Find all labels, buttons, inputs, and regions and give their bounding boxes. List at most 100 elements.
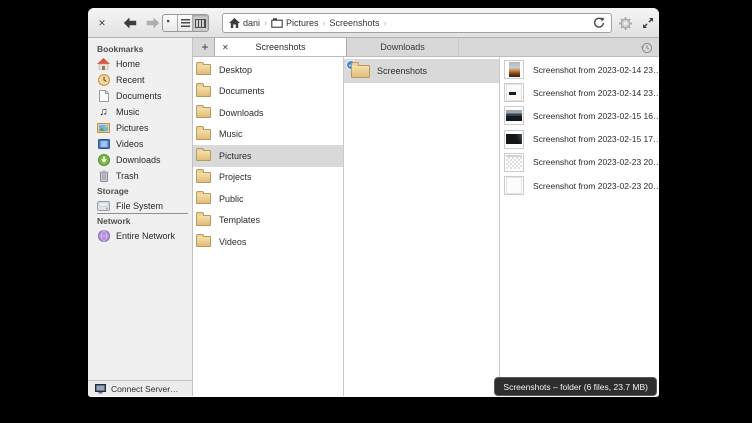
network-icon bbox=[97, 230, 110, 242]
tab-close-icon[interactable]: ✕ bbox=[222, 43, 229, 52]
breadcrumb-screenshots-label: Screenshots bbox=[330, 18, 380, 28]
folder-icon bbox=[196, 129, 211, 140]
expand-arrows-icon bbox=[642, 17, 654, 29]
sidebar-item-label: Trash bbox=[116, 171, 139, 181]
file-thumbnail bbox=[504, 106, 524, 125]
file-item[interactable]: Screenshot from 2023-02-23 20… bbox=[500, 151, 659, 174]
desktop-background: ✕ dani › Pictures bbox=[0, 0, 752, 423]
file-item[interactable]: Screenshot from 2023-02-15 16… bbox=[500, 104, 659, 127]
sidebar-item-downloads[interactable]: Downloads bbox=[88, 152, 192, 168]
file-item[interactable]: Screenshot from 2023-02-15 17… bbox=[500, 128, 659, 151]
breadcrumb-home[interactable]: dani bbox=[229, 18, 260, 28]
music-icon: ♫ bbox=[97, 106, 110, 118]
folder-icon bbox=[351, 65, 370, 78]
filesystem-usage-bar bbox=[97, 213, 188, 215]
folder-label: Projects bbox=[219, 172, 252, 182]
folder-label: Videos bbox=[219, 237, 246, 247]
folder-icon bbox=[196, 215, 211, 226]
file-thumbnail bbox=[504, 130, 524, 149]
toolbar: ✕ dani › Pictures bbox=[88, 8, 659, 38]
folder-item-public[interactable]: Public bbox=[193, 188, 343, 210]
column-places: Desktop Documents Downloads Music Pictur… bbox=[193, 57, 344, 396]
folder-icon bbox=[196, 107, 211, 118]
new-tab-button[interactable]: + bbox=[198, 40, 212, 54]
forward-button[interactable] bbox=[144, 14, 162, 32]
folder-item-desktop[interactable]: Desktop bbox=[193, 59, 343, 81]
sidebar-item-label: Home bbox=[116, 59, 140, 69]
sidebar-item-trash[interactable]: Trash bbox=[88, 168, 192, 184]
folder-icon bbox=[196, 193, 211, 204]
back-arrow-icon bbox=[123, 17, 137, 29]
tab-label: Screenshots bbox=[255, 42, 305, 52]
breadcrumb-pictures[interactable]: Pictures bbox=[271, 18, 319, 28]
folder-item-screenshots[interactable]: ✓ Screenshots bbox=[344, 59, 499, 83]
sidebar-header-storage: Storage bbox=[88, 184, 192, 198]
sidebar-item-entire-network[interactable]: Entire Network bbox=[88, 228, 192, 244]
file-name: Screenshot from 2023-02-23 20… bbox=[533, 157, 659, 167]
sidebar-header-network: Network bbox=[88, 214, 192, 228]
folder-label: Desktop bbox=[219, 65, 252, 75]
file-name: Screenshot from 2023-02-14 23… bbox=[533, 65, 659, 75]
home-icon bbox=[97, 58, 110, 70]
file-thumbnail bbox=[504, 153, 524, 172]
file-item[interactable]: Screenshot from 2023-02-14 23… bbox=[500, 58, 659, 81]
sidebar-item-label: File System bbox=[116, 201, 163, 211]
expand-button[interactable] bbox=[639, 14, 657, 32]
breadcrumb-screenshots[interactable]: Screenshots bbox=[330, 18, 380, 28]
tab-downloads[interactable]: Downloads bbox=[347, 38, 459, 56]
sidebar-item-pictures[interactable]: Pictures bbox=[88, 120, 192, 136]
folder-item-templates[interactable]: Templates bbox=[193, 210, 343, 232]
refresh-icon bbox=[593, 17, 605, 29]
folder-label: Downloads bbox=[219, 108, 264, 118]
breadcrumb-pictures-label: Pictures bbox=[286, 18, 319, 28]
status-tooltip: Screenshots – folder (6 files, 23.7 MB) bbox=[494, 377, 657, 396]
sidebar-item-music[interactable]: ♫ Music bbox=[88, 104, 192, 120]
restore-closed-tabs-button[interactable] bbox=[641, 42, 653, 56]
documents-icon bbox=[97, 90, 110, 102]
file-manager-window: ✕ dani › Pictures bbox=[88, 8, 659, 397]
connect-server-label: Connect Server… bbox=[111, 384, 179, 394]
home-crumb-icon bbox=[229, 18, 240, 28]
grid-view-icon bbox=[167, 20, 174, 27]
videos-icon bbox=[97, 139, 110, 149]
view-toggle-group bbox=[162, 14, 209, 32]
breadcrumb-home-label: dani bbox=[243, 18, 260, 28]
folder-item-pictures[interactable]: Pictures bbox=[193, 145, 343, 167]
sidebar-item-home[interactable]: Home bbox=[88, 56, 192, 72]
connect-server-icon bbox=[95, 384, 106, 394]
path-bar[interactable]: dani › Pictures › Screenshots › bbox=[222, 13, 612, 33]
column-view-button[interactable] bbox=[193, 15, 208, 31]
sidebar-item-label: Pictures bbox=[116, 123, 149, 133]
miller-columns: Desktop Documents Downloads Music Pictur… bbox=[193, 57, 659, 396]
file-item[interactable]: Screenshot from 2023-02-14 23… bbox=[500, 81, 659, 104]
list-view-icon bbox=[181, 19, 190, 27]
folder-item-music[interactable]: Music bbox=[193, 124, 343, 146]
window-close-button[interactable]: ✕ bbox=[93, 14, 111, 32]
recent-icon bbox=[97, 74, 110, 86]
file-name: Screenshot from 2023-02-15 17… bbox=[533, 134, 659, 144]
file-item[interactable]: Screenshot from 2023-02-23 20… bbox=[500, 174, 659, 197]
sidebar-item-documents[interactable]: Documents bbox=[88, 88, 192, 104]
grid-view-button[interactable] bbox=[163, 15, 178, 31]
file-name: Screenshot from 2023-02-15 16… bbox=[533, 111, 659, 121]
forward-arrow-icon bbox=[146, 17, 160, 29]
folder-item-projects[interactable]: Projects bbox=[193, 167, 343, 189]
folder-item-videos[interactable]: Videos bbox=[193, 231, 343, 253]
tab-screenshots[interactable]: ✕ Screenshots bbox=[214, 38, 347, 56]
file-name: Screenshot from 2023-02-14 23… bbox=[533, 88, 659, 98]
folder-item-downloads[interactable]: Downloads bbox=[193, 102, 343, 124]
refresh-button[interactable] bbox=[593, 17, 605, 29]
sidebar-item-file-system[interactable]: File System bbox=[88, 198, 192, 214]
sidebar-item-label: Recent bbox=[116, 75, 145, 85]
list-view-button[interactable] bbox=[178, 15, 193, 31]
folder-icon bbox=[196, 86, 211, 97]
connect-server-button[interactable]: Connect Server… bbox=[88, 380, 192, 396]
folder-label: Music bbox=[219, 129, 243, 139]
back-button[interactable] bbox=[121, 14, 139, 32]
settings-button[interactable] bbox=[616, 14, 634, 32]
sidebar-item-videos[interactable]: Videos bbox=[88, 136, 192, 152]
folder-item-documents[interactable]: Documents bbox=[193, 81, 343, 103]
folder-label: Pictures bbox=[219, 151, 252, 161]
folder-label: Templates bbox=[219, 215, 260, 225]
sidebar-item-recent[interactable]: Recent bbox=[88, 72, 192, 88]
